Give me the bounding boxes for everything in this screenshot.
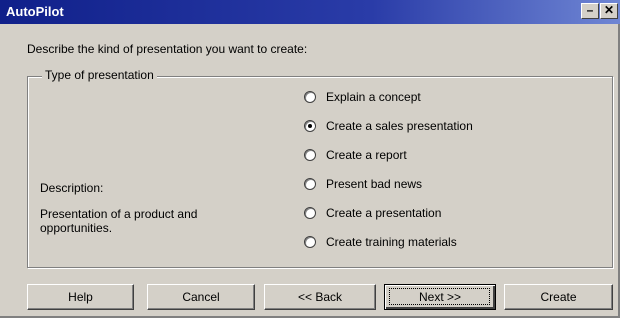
radio-explain-concept[interactable]: Explain a concept <box>304 89 421 105</box>
cancel-button[interactable]: Cancel <box>147 284 255 310</box>
radio-button-icon[interactable] <box>304 236 316 248</box>
next-button[interactable]: Next >> <box>384 284 496 310</box>
radio-label: Create a sales presentation <box>326 119 473 133</box>
radio-button-icon[interactable] <box>304 120 316 132</box>
back-button[interactable]: << Back <box>264 284 376 310</box>
close-button[interactable]: ✕ <box>600 3 618 19</box>
radio-bad-news[interactable]: Present bad news <box>304 176 422 192</box>
prompt-text: Describe the kind of presentation you wa… <box>27 42 308 56</box>
radio-button-icon[interactable] <box>304 91 316 103</box>
radio-sales-presentation[interactable]: Create a sales presentation <box>304 118 473 134</box>
create-button[interactable]: Create <box>504 284 613 310</box>
radio-button-icon[interactable] <box>304 207 316 219</box>
radio-label: Create training materials <box>326 235 457 249</box>
radio-create-presentation[interactable]: Create a presentation <box>304 205 441 221</box>
description-text: Presentation of a product and opportunit… <box>40 207 198 235</box>
radio-label: Explain a concept <box>326 90 421 104</box>
radio-button-icon[interactable] <box>304 149 316 161</box>
close-icon: ✕ <box>603 3 615 17</box>
window-title: AutoPilot <box>6 4 64 19</box>
radio-create-report[interactable]: Create a report <box>304 147 407 163</box>
group-legend: Type of presentation <box>42 68 157 82</box>
radio-label: Create a report <box>326 148 407 162</box>
presentation-type-group: Type of presentation Description: Presen… <box>27 68 613 268</box>
radio-dot-icon <box>308 124 312 128</box>
minimize-icon: – <box>586 3 594 17</box>
radio-button-icon[interactable] <box>304 178 316 190</box>
radio-training-materials[interactable]: Create training materials <box>304 234 457 250</box>
help-button[interactable]: Help <box>27 284 134 310</box>
description-label: Description: <box>40 181 104 195</box>
radio-label: Create a presentation <box>326 206 442 220</box>
title-bar[interactable]: AutoPilot – ✕ <box>0 0 620 24</box>
focus-rect <box>389 288 490 305</box>
radio-label: Present bad news <box>326 177 423 191</box>
minimize-button[interactable]: – <box>581 3 599 19</box>
autopilot-dialog: AutoPilot – ✕ Describe the kind of prese… <box>0 0 620 318</box>
